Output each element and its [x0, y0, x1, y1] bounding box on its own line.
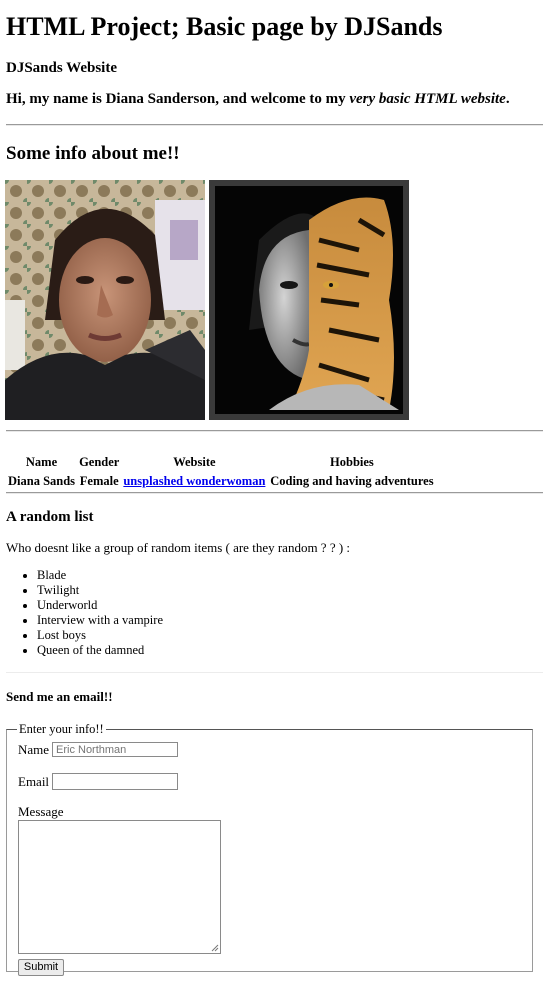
intro-suffix: .: [505, 91, 510, 107]
page-title: HTML Project; Basic page by DJSands: [6, 12, 443, 41]
list-item: Queen of the damned: [37, 643, 163, 658]
list-item: Twilight: [37, 583, 163, 598]
list-item: Interview with a vampire: [37, 613, 163, 628]
table-row: Diana Sands Female unsplashed wonderwoma…: [7, 473, 435, 490]
list-intro: Who doesnt like a group of random items …: [6, 540, 351, 555]
message-textarea[interactable]: [18, 820, 221, 954]
selfie-photo: [5, 180, 205, 420]
info-table: Name Gender Website Hobbies Diana Sands …: [5, 452, 437, 492]
cell-name: Diana Sands: [8, 474, 76, 488]
about-heading: Some info about me!!: [6, 143, 180, 164]
cell-gender: Female: [79, 474, 119, 488]
email-label: Email: [18, 774, 50, 789]
divider: [6, 124, 543, 126]
list-item: Lost boys: [37, 628, 163, 643]
message-label: Message: [18, 804, 64, 819]
submit-button[interactable]: Submit: [18, 959, 64, 976]
intro-emphasis: very basic HTML website: [349, 91, 506, 107]
email-input[interactable]: [52, 773, 178, 790]
column-header-website: Website: [173, 455, 216, 469]
intro-text: Hi, my name is Diana Sanderson, and welc…: [6, 91, 510, 108]
list-heading: A random list: [6, 509, 94, 525]
random-list: Blade Twilight Underworld Interview with…: [17, 568, 163, 658]
name-label: Name: [18, 742, 50, 757]
form-legend: Enter your info!!: [19, 722, 104, 736]
column-header-name: Name: [25, 455, 58, 469]
cell-hobbies: Coding and having adventures: [270, 474, 434, 488]
cell-website: unsplashed wonderwoman: [122, 473, 266, 490]
name-input[interactable]: [52, 742, 178, 757]
table-header-row: Name Gender Website Hobbies: [7, 454, 435, 471]
column-header-hobbies: Hobbies: [330, 455, 374, 469]
contact-heading: Send me an email!!: [6, 689, 113, 704]
tiger-photo: [209, 180, 409, 420]
site-name: DJSands Website: [6, 60, 118, 76]
list-item: Blade: [37, 568, 163, 583]
divider: [6, 430, 543, 432]
divider: [6, 672, 543, 673]
list-item: Underworld: [37, 598, 163, 613]
resize-handle-icon[interactable]: [210, 943, 219, 952]
divider: [6, 492, 543, 494]
intro-prefix: Hi, my name is Diana Sanderson, and welc…: [6, 91, 350, 107]
website-link[interactable]: unsplashed wonderwoman: [123, 474, 265, 488]
column-header-gender: Gender: [79, 455, 120, 469]
